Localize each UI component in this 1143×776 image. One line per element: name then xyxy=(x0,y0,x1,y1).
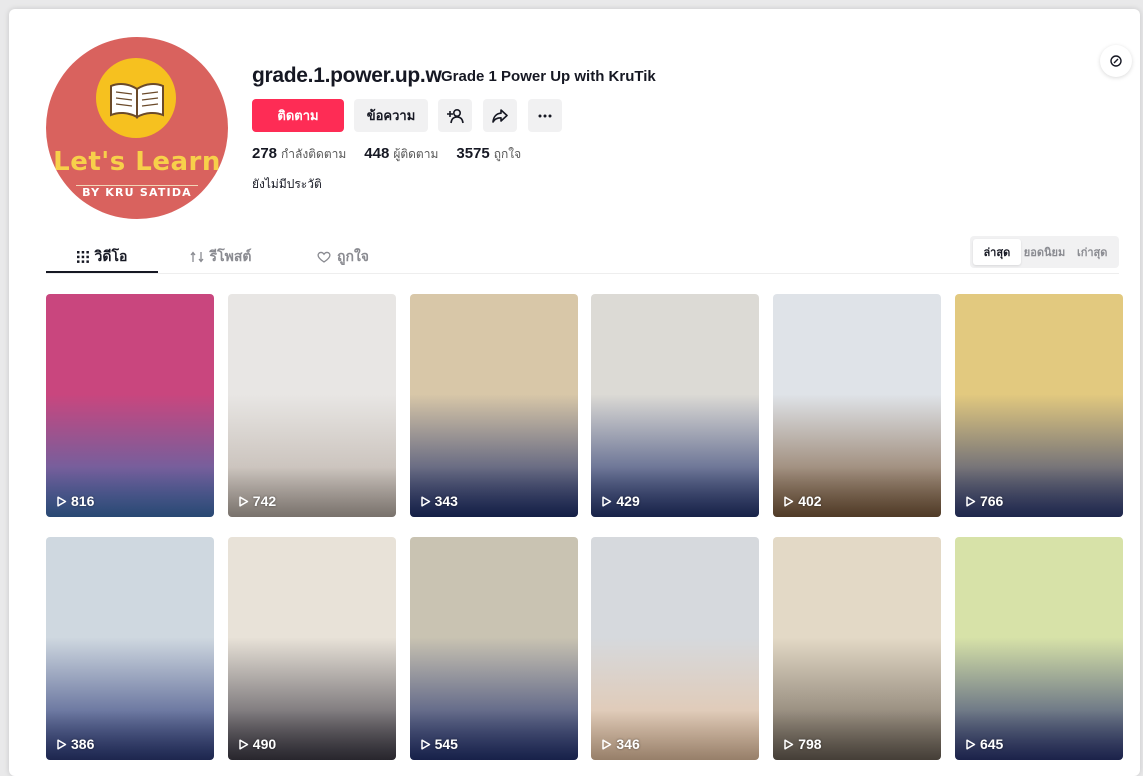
video-card[interactable]: 346 xyxy=(591,537,760,760)
play-icon xyxy=(57,495,67,507)
following-stat[interactable]: 278 กำลังติดตาม xyxy=(252,145,346,164)
view-count-text: 386 xyxy=(71,736,95,752)
video-view-count: 645 xyxy=(965,736,1003,752)
video-view-count: 545 xyxy=(420,736,458,752)
play-icon xyxy=(784,738,794,750)
link-icon xyxy=(1110,55,1122,67)
video-card[interactable]: 816 xyxy=(46,294,214,517)
video-card[interactable]: 386 xyxy=(46,537,214,760)
video-card[interactable]: 343 xyxy=(409,294,578,517)
video-thumbnail-shade xyxy=(591,467,760,517)
video-thumbnail-shade xyxy=(409,467,578,517)
heart-icon xyxy=(317,251,331,263)
play-icon xyxy=(420,495,430,507)
video-view-count: 490 xyxy=(238,736,276,752)
video-view-count: 386 xyxy=(56,736,94,752)
profile-page: Let's Learn BY KRU SATIDA grade.1.power.… xyxy=(9,9,1140,776)
video-card[interactable]: 402 xyxy=(773,294,942,517)
repost-icon xyxy=(190,251,204,263)
video-thumbnail-shade xyxy=(409,710,578,760)
video-thumbnail-shade xyxy=(227,467,396,517)
view-count-text: 490 xyxy=(252,736,277,752)
play-icon xyxy=(602,495,612,507)
profile-tabs: วิดีโอ รีโพสต์ ถูกใจ xyxy=(46,241,403,273)
view-count-text: 429 xyxy=(616,493,640,509)
video-view-count: 402 xyxy=(783,493,822,509)
play-icon xyxy=(966,738,976,750)
play-icon xyxy=(784,495,794,507)
play-icon xyxy=(239,738,249,750)
view-count-text: 816 xyxy=(71,493,95,509)
more-options-button[interactable] xyxy=(528,99,562,132)
add-friend-icon xyxy=(447,108,464,123)
play-icon xyxy=(420,738,430,750)
video-thumbnail-shade xyxy=(954,467,1123,517)
view-count-text: 402 xyxy=(798,493,822,509)
follow-button[interactable]: ติดตาม xyxy=(252,99,344,132)
play-icon xyxy=(57,738,67,750)
view-count-text: 798 xyxy=(798,736,822,752)
video-thumbnail-shade xyxy=(773,710,942,760)
profile-stats: 278 กำลังติดตาม 448 ผู้ติดตาม 3575 ถูกใจ xyxy=(252,145,521,164)
profile-username: grade.1.power.up.w xyxy=(252,64,442,87)
view-count-text: 346 xyxy=(616,736,640,752)
profile-bio: ยังไม่มีประวัติ xyxy=(252,177,322,191)
play-icon xyxy=(239,495,249,507)
video-thumbnail-shade xyxy=(46,467,214,517)
video-grid: 816 742 343 429 402 766 386 490 545 346 798 645 xyxy=(46,294,1123,760)
tab-videos-label: วิดีโอ xyxy=(94,249,128,265)
avatar-title: Let's Learn xyxy=(53,147,221,177)
video-card[interactable]: 742 xyxy=(227,294,396,517)
view-count-text: 545 xyxy=(434,736,458,752)
video-view-count: 343 xyxy=(420,493,458,509)
video-view-count: 816 xyxy=(56,493,94,509)
share-link-button[interactable] xyxy=(1100,45,1132,77)
share-profile-button[interactable] xyxy=(483,99,517,132)
sort-toggle: ล่าสุด ยอดนิยม เก่าสุด xyxy=(970,236,1119,268)
tab-reposts[interactable]: รีโพสต์ xyxy=(158,241,283,273)
video-view-count: 766 xyxy=(965,493,1003,509)
share-arrow-icon xyxy=(492,108,508,123)
video-view-count: 346 xyxy=(601,736,640,752)
grid-icon xyxy=(76,251,89,263)
followers-stat[interactable]: 448 ผู้ติดตาม xyxy=(364,145,438,164)
view-count-text: 742 xyxy=(252,493,277,509)
view-count-text: 766 xyxy=(979,493,1004,509)
video-card[interactable]: 545 xyxy=(409,537,578,760)
video-card[interactable]: 645 xyxy=(954,537,1123,760)
video-thumbnail-shade xyxy=(773,467,942,517)
profile-avatar[interactable]: Let's Learn BY KRU SATIDA xyxy=(46,37,228,219)
tab-reposts-label: รีโพสต์ xyxy=(209,249,252,265)
sort-latest[interactable]: ล่าสุด xyxy=(973,239,1021,265)
video-card[interactable]: 798 xyxy=(773,537,942,760)
sort-oldest[interactable]: เก่าสุด xyxy=(1068,239,1116,265)
video-thumbnail-shade xyxy=(46,710,214,760)
book-icon xyxy=(110,83,164,119)
view-count-text: 343 xyxy=(434,493,458,509)
more-icon xyxy=(538,114,552,117)
video-view-count: 742 xyxy=(238,493,276,509)
video-card[interactable]: 490 xyxy=(227,537,396,760)
play-icon xyxy=(966,495,976,507)
tab-videos[interactable]: วิดีโอ xyxy=(46,241,158,273)
video-view-count: 429 xyxy=(601,493,640,509)
avatar-subtitle: BY KRU SATIDA xyxy=(76,185,198,205)
video-view-count: 798 xyxy=(783,736,822,752)
tab-liked[interactable]: ถูกใจ xyxy=(283,241,403,273)
video-thumbnail-shade xyxy=(227,710,396,760)
video-thumbnail-shade xyxy=(954,710,1123,760)
tabs-divider xyxy=(46,273,1119,274)
play-icon xyxy=(602,738,612,750)
sort-popular[interactable]: ยอดนิยม xyxy=(1021,239,1069,265)
video-card[interactable]: 766 xyxy=(954,294,1123,517)
message-button[interactable]: ข้อความ xyxy=(354,99,428,132)
view-count-text: 645 xyxy=(979,736,1004,752)
profile-nickname: Grade 1 Power Up with KruTik xyxy=(441,68,656,85)
tab-liked-label: ถูกใจ xyxy=(337,249,369,265)
video-card[interactable]: 429 xyxy=(591,294,760,517)
add-friend-button[interactable] xyxy=(438,99,472,132)
video-thumbnail-shade xyxy=(591,710,760,760)
likes-stat: 3575 ถูกใจ xyxy=(456,145,522,162)
